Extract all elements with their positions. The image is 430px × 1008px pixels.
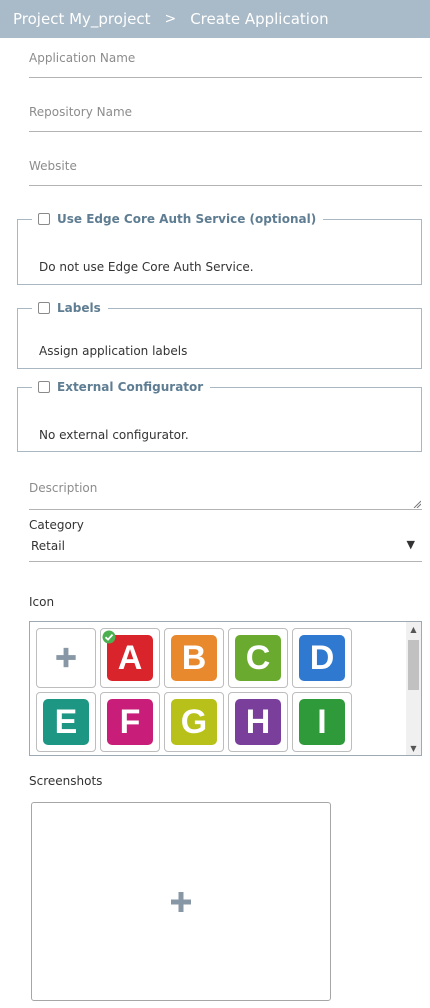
website-field[interactable]: Website	[29, 156, 422, 186]
auth-service-text: Do not use Edge Core Auth Service.	[39, 260, 254, 274]
icon-option-f[interactable]: F	[100, 692, 160, 752]
auth-service-group: Use Edge Core Auth Service (optional) Do…	[17, 212, 422, 285]
auth-service-checkbox[interactable]	[38, 213, 50, 225]
icon-letter: F	[107, 699, 153, 745]
icon-picker: ABCD EFGHI ▲ ▼	[29, 621, 422, 756]
auth-service-legend: Use Edge Core Auth Service (optional)	[32, 212, 323, 226]
description-textarea[interactable]: Description	[29, 474, 422, 510]
page-title: Create Application	[190, 10, 329, 28]
plus-icon	[171, 892, 191, 912]
icon-letter: I	[299, 699, 345, 745]
caret-down-icon: ▼	[406, 538, 415, 551]
icon-letter: C	[235, 635, 281, 681]
icon-option-h[interactable]: H	[228, 692, 288, 752]
icon-option-i[interactable]: I	[292, 692, 352, 752]
repository-name-field[interactable]: Repository Name	[29, 102, 422, 132]
icon-letter: E	[43, 699, 89, 745]
application-name-field[interactable]: Application Name	[29, 48, 422, 78]
icon-option-c[interactable]: C	[228, 628, 288, 688]
external-configurator-text: No external configurator.	[39, 428, 189, 442]
icon-letter: D	[299, 635, 345, 681]
labels-text: Assign application labels	[39, 344, 188, 358]
labels-legend: Labels	[32, 301, 108, 315]
repository-name-placeholder: Repository Name	[29, 105, 133, 119]
labels-label: Labels	[57, 301, 101, 315]
icon-picker-scrollbar[interactable]: ▲ ▼	[406, 622, 421, 755]
icon-letter: G	[171, 699, 217, 745]
breadcrumb-separator-icon: >	[164, 11, 177, 27]
scroll-down-icon[interactable]: ▼	[406, 741, 421, 755]
category-label: Category	[29, 518, 84, 532]
icon-option-e[interactable]: E	[36, 692, 96, 752]
scroll-up-icon[interactable]: ▲	[406, 622, 421, 636]
category-select[interactable]: Retail ▼	[29, 536, 422, 562]
breadcrumb-project-link[interactable]: Project My_project	[13, 10, 150, 28]
icon-option-d[interactable]: D	[292, 628, 352, 688]
plus-icon	[56, 647, 76, 668]
icon-option-g[interactable]: G	[164, 692, 224, 752]
resize-grip-icon[interactable]	[413, 500, 421, 508]
breadcrumb: Project My_project > Create Application	[0, 0, 430, 38]
application-name-placeholder: Application Name	[29, 51, 136, 65]
icon-option-a[interactable]: A	[100, 628, 160, 688]
selected-check-icon	[102, 630, 116, 644]
add-icon-button[interactable]	[36, 628, 96, 688]
labels-checkbox[interactable]	[38, 302, 50, 314]
auth-service-label: Use Edge Core Auth Service (optional)	[57, 212, 317, 226]
screenshots-label: Screenshots	[29, 774, 103, 788]
external-configurator-legend: External Configurator	[32, 380, 210, 394]
icon-option-b[interactable]: B	[164, 628, 224, 688]
add-screenshot-button[interactable]	[31, 802, 331, 1001]
external-configurator-checkbox[interactable]	[38, 381, 50, 393]
description-placeholder: Description	[29, 481, 98, 495]
icon-letter: H	[235, 699, 281, 745]
category-value: Retail	[31, 539, 65, 553]
scrollbar-thumb[interactable]	[408, 640, 419, 690]
icon-label: Icon	[29, 595, 55, 609]
icon-letter: B	[171, 635, 217, 681]
website-placeholder: Website	[29, 159, 77, 173]
external-configurator-label: External Configurator	[57, 380, 204, 394]
labels-group: Labels Assign application labels	[17, 301, 422, 369]
external-configurator-group: External Configurator No external config…	[17, 380, 422, 452]
